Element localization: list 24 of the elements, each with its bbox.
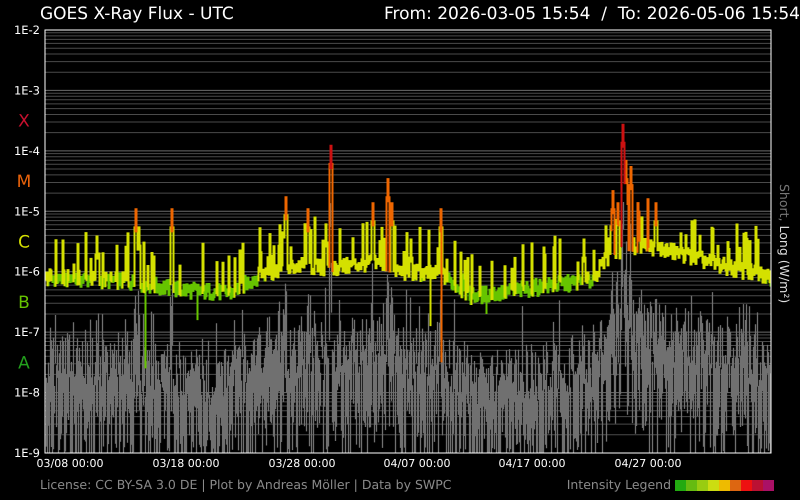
chart-title: GOES X-Ray Flux - UTC — [40, 3, 234, 24]
y-tick-label: 1E-6 — [14, 264, 40, 279]
flare-class-label: A — [18, 353, 30, 374]
flare-class-label: B — [18, 292, 30, 313]
y-tick-label: 1E-9 — [14, 446, 40, 460]
date-range: From: 2026-03-05 15:54 / To: 2026-05-06 15:54 — [384, 3, 800, 24]
y-tick-label: 1E-4 — [14, 144, 40, 158]
x-tick-label: 04/27 00:00 — [614, 457, 682, 470]
y-tick-label: 1E-5 — [14, 204, 40, 218]
x-tick-label: 04/17 00:00 — [498, 457, 566, 470]
y-tick-label: 1E-3 — [14, 83, 40, 98]
x-tick-label: 03/18 00:00 — [152, 457, 220, 470]
x-tick-label: 03/28 00:00 — [268, 457, 336, 470]
y-tick-label: 1E-2 — [14, 24, 40, 37]
flare-class-label: C — [18, 232, 30, 252]
flare-class-label: X — [18, 112, 30, 132]
x-tick-label: 03/08 00:00 — [36, 457, 104, 470]
x-tick-label: 04/07 00:00 — [384, 457, 450, 470]
y-tick-label: 1E-7 — [14, 325, 40, 340]
y-axis-title: Short, Long (W/m²) — [777, 184, 792, 304]
flare-class-label: M — [16, 172, 32, 192]
legend-label: Intensity Legend — [566, 476, 671, 494]
y-tick-label: 1E-8 — [14, 386, 40, 400]
credits-text: License: CC BY-SA 3.0 DE | Plot by Andreas Möller | Data by SWPC — [40, 476, 452, 494]
